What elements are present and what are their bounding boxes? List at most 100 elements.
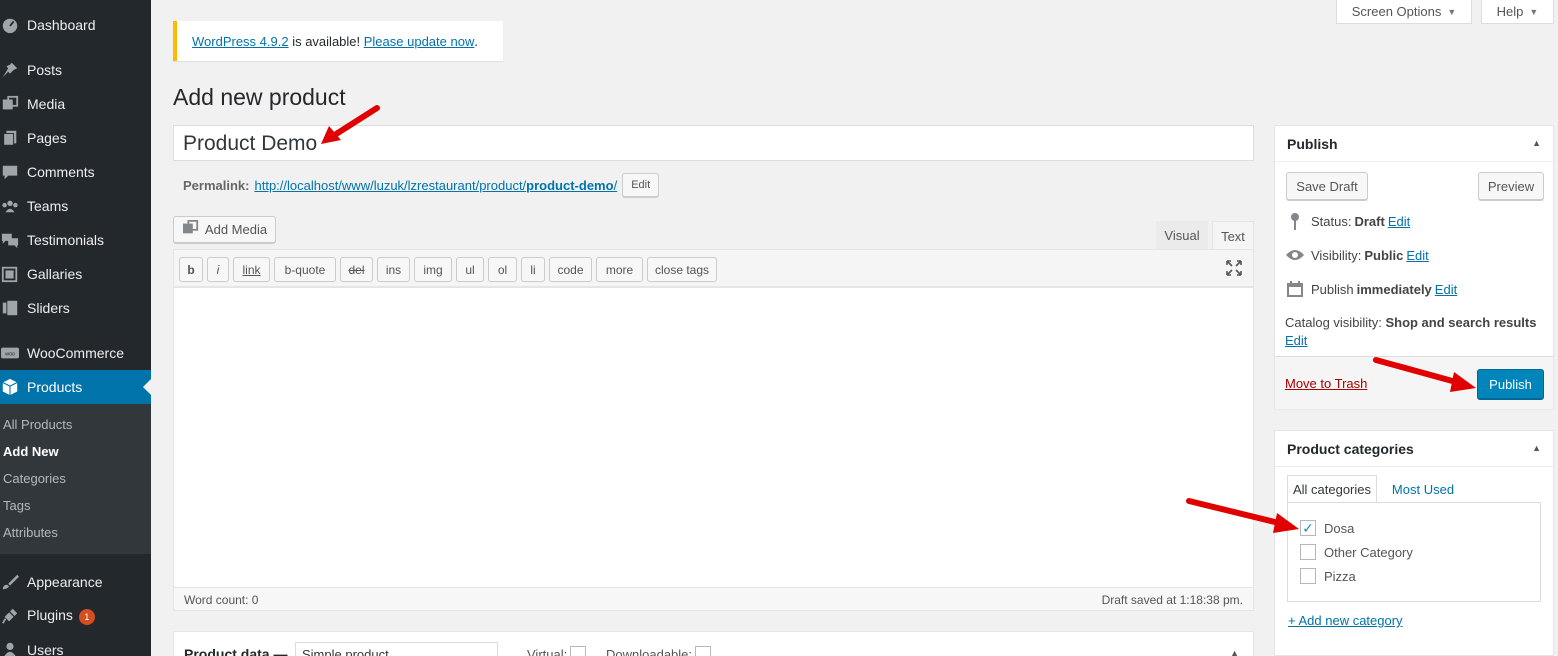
category-checkbox[interactable] [1300, 544, 1316, 560]
menu-item-woocommerce[interactable]: woo WooCommerce [0, 336, 151, 370]
qt-more-button[interactable]: more [596, 257, 643, 282]
tab-all-categories[interactable]: All categories [1287, 475, 1377, 503]
testimonial-icon [0, 230, 20, 250]
visibility-row: Visibility: Public Edit [1285, 246, 1429, 264]
permalink-link[interactable]: http://localhost/www/luzuk/lzrestaurant/… [254, 178, 617, 193]
catalog-visibility-edit-link[interactable]: Edit [1285, 333, 1307, 348]
publish-date-row: Publish immediately Edit [1285, 280, 1457, 298]
collapse-toggle-icon[interactable]: ▲ [1230, 648, 1239, 656]
content-textarea[interactable] [173, 287, 1254, 588]
products-submenu: All Products Add New Categories Tags Att… [0, 404, 151, 554]
submenu-add-new[interactable]: Add New [3, 444, 59, 459]
menu-item-media[interactable]: Media [0, 87, 151, 121]
menu-item-dashboard[interactable]: Dashboard [0, 8, 151, 42]
move-to-trash-link[interactable]: Move to Trash [1285, 376, 1367, 391]
tab-visual[interactable]: Visual [1156, 221, 1208, 250]
permalink-edit-button[interactable]: Edit [622, 173, 660, 197]
downloadable-checkbox[interactable] [695, 646, 712, 656]
permalink-label: Permalink: [183, 177, 250, 193]
catalog-visibility-value: Shop and search results [1385, 315, 1537, 330]
collapse-toggle-icon[interactable]: ▲ [1532, 138, 1541, 148]
preview-button[interactable]: Preview [1478, 172, 1544, 200]
eye-icon [1285, 246, 1305, 264]
menu-item-testimonials[interactable]: Testimonials [0, 223, 151, 257]
publish-button[interactable]: Publish [1477, 369, 1544, 399]
menu-item-users[interactable]: Users [0, 633, 151, 656]
menu-item-pages[interactable]: Pages [0, 121, 151, 155]
qt-img-button[interactable]: img [414, 257, 452, 282]
tab-text[interactable]: Text [1212, 221, 1254, 250]
editor-status-bar: Word count: 0 Draft saved at 1:18:38 pm. [173, 587, 1254, 611]
status-edit-link[interactable]: Edit [1388, 214, 1410, 229]
virtual-label: Virtual: [527, 646, 568, 656]
category-item: Other Category [1300, 544, 1413, 560]
publish-actions: Move to Trash Publish [1275, 356, 1553, 409]
menu-item-comments[interactable]: Comments [0, 155, 151, 189]
update-now-link[interactable]: Please update now [364, 34, 475, 49]
draft-saved-status: Draft saved at 1:18:38 pm. [1101, 593, 1243, 607]
qt-ins-button[interactable]: ins [377, 257, 410, 282]
collapse-toggle-icon[interactable]: ▲ [1532, 443, 1541, 453]
category-checkbox[interactable] [1300, 568, 1316, 584]
menu-label: WooCommerce [27, 345, 124, 361]
menu-item-teams[interactable]: Teams [0, 189, 151, 223]
menu-item-gallaries[interactable]: Gallaries [0, 257, 151, 291]
permalink-url-end: / [613, 177, 618, 193]
menu-label: Comments [27, 164, 95, 180]
admin-sidebar: Dashboard Posts Media Pages Comments Tea… [0, 0, 151, 656]
category-checkbox-checked[interactable]: ✓ [1300, 520, 1316, 536]
qt-ol-button[interactable]: ol [488, 257, 517, 282]
add-new-category-link[interactable]: + Add new category [1288, 613, 1403, 628]
permalink-url-base: http://localhost/www/luzuk/lzrestaurant/… [254, 177, 527, 193]
visibility-edit-link[interactable]: Edit [1406, 248, 1428, 263]
qt-close-tags-button[interactable]: close tags [647, 257, 717, 282]
qt-bold-button[interactable]: b [179, 257, 203, 282]
product-title-input[interactable]: Product Demo [173, 125, 1254, 161]
menu-label: Users [27, 642, 64, 656]
publish-box-header[interactable]: Publish ▲ [1275, 126, 1553, 162]
menu-item-sliders[interactable]: Sliders [0, 291, 151, 325]
pushpin-icon [0, 60, 20, 80]
qt-ul-button[interactable]: ul [456, 257, 484, 282]
qt-code-button[interactable]: code [549, 257, 592, 282]
menu-item-plugins[interactable]: Plugins 1 [0, 599, 151, 633]
category-item: ✓ Dosa [1300, 520, 1354, 536]
pages-icon [0, 128, 20, 148]
menu-label: Plugins 1 [27, 607, 95, 625]
submenu-attributes[interactable]: Attributes [3, 525, 58, 540]
help-button[interactable]: Help ▼ [1481, 0, 1554, 24]
qt-italic-button[interactable]: i [207, 257, 229, 282]
qt-li-button[interactable]: li [521, 257, 545, 282]
calendar-icon [1285, 280, 1305, 298]
save-draft-button[interactable]: Save Draft [1286, 172, 1368, 200]
menu-item-posts[interactable]: Posts [0, 53, 151, 87]
menu-item-appearance[interactable]: Appearance [0, 565, 151, 599]
tab-most-used[interactable]: Most Used [1381, 475, 1465, 503]
virtual-checkbox[interactable] [570, 646, 587, 656]
categories-box-title: Product categories [1287, 441, 1414, 457]
submenu-all-products[interactable]: All Products [3, 417, 72, 432]
caret-down-icon: ▼ [1529, 6, 1539, 17]
comment-icon [0, 162, 20, 182]
menu-label: Dashboard [27, 17, 96, 33]
add-media-button[interactable]: Add Media [173, 216, 276, 243]
product-categories-box: Product categories ▲ All categories Most… [1274, 430, 1554, 656]
add-media-label: Add Media [204, 222, 268, 237]
submenu-tags[interactable]: Tags [3, 498, 30, 513]
categories-box-header[interactable]: Product categories ▲ [1275, 431, 1553, 467]
quicktags-toolbar: b i link b-quote del ins img ul ol li co… [173, 249, 1254, 287]
menu-item-products[interactable]: Products [0, 370, 151, 404]
publish-date-edit-link[interactable]: Edit [1435, 282, 1457, 297]
product-type-select[interactable]: Simple product [295, 642, 498, 656]
qt-link-button[interactable]: link [233, 257, 270, 282]
fullscreen-icon[interactable] [1226, 260, 1242, 276]
submenu-categories[interactable]: Categories [3, 471, 66, 486]
qt-bquote-button[interactable]: b-quote [274, 257, 336, 282]
qt-del-button[interactable]: del [340, 257, 373, 282]
plugin-icon [0, 606, 20, 626]
wordpress-version-link[interactable]: WordPress 4.9.2 [192, 34, 289, 49]
screen-options-button[interactable]: Screen Options ▼ [1336, 0, 1472, 24]
menu-label: Teams [27, 198, 69, 214]
publish-label: Publish [1311, 281, 1354, 297]
menu-label: Sliders [27, 300, 70, 316]
